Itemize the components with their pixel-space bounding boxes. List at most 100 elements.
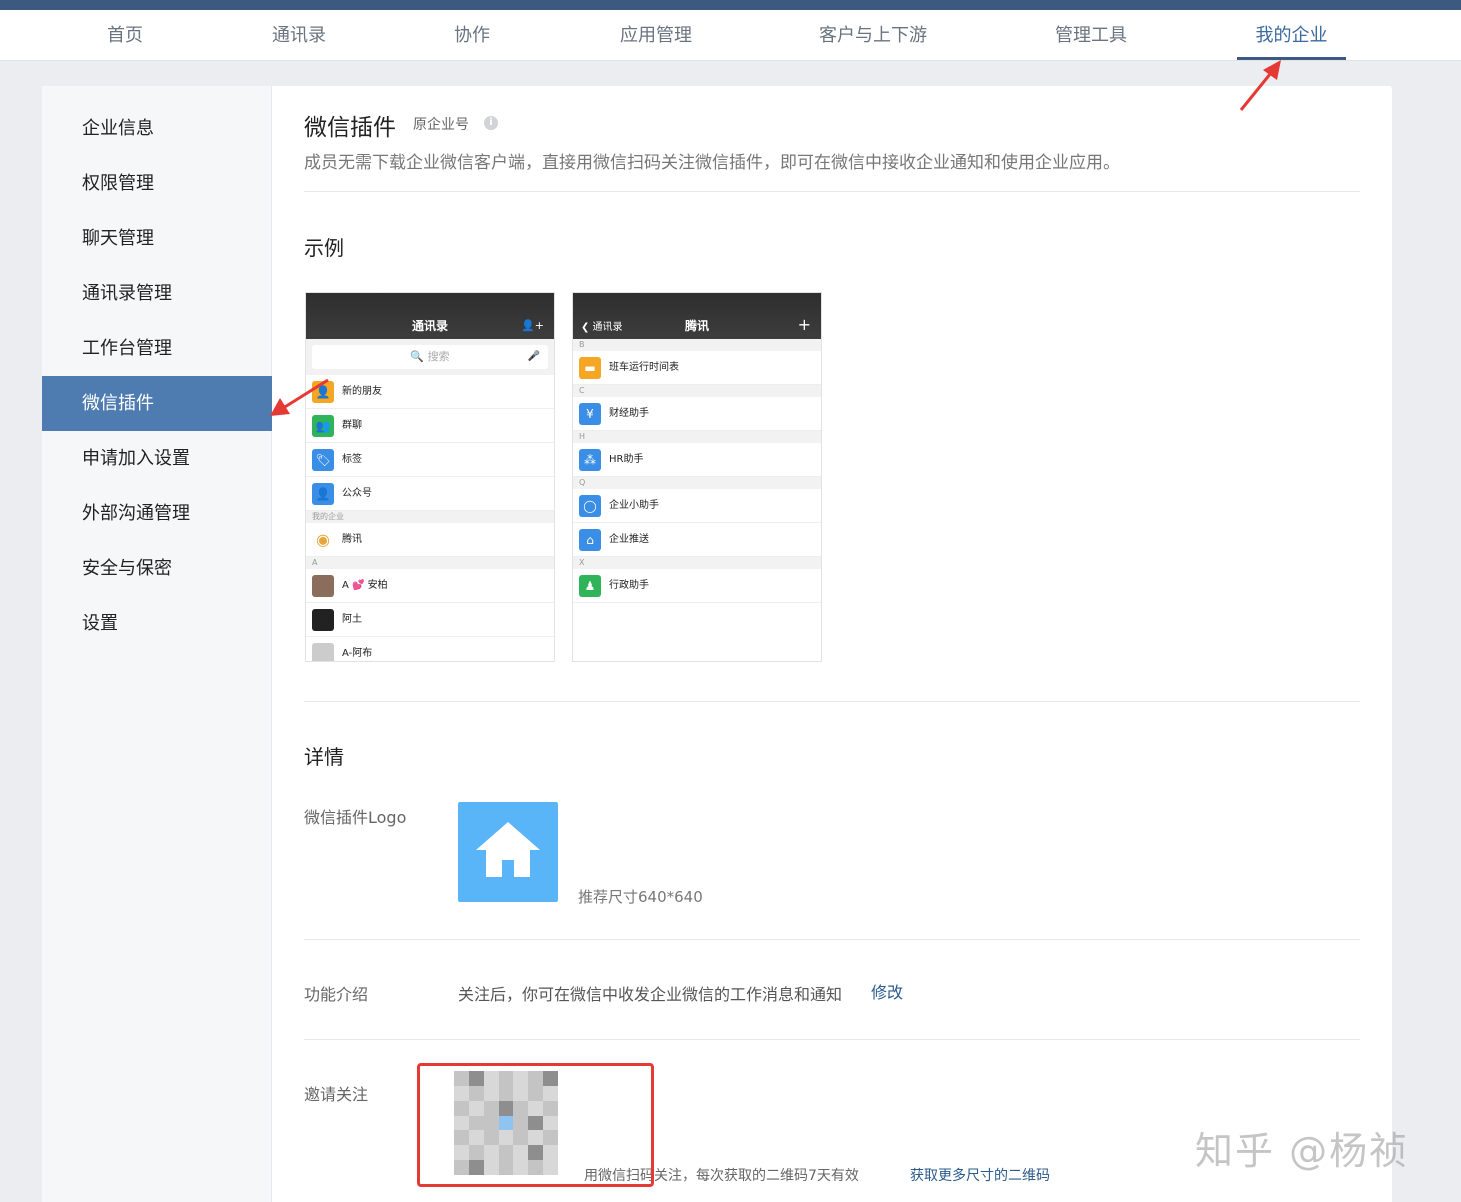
list-item: 👤 新的朋友: [306, 375, 554, 409]
phone-title: 腾讯: [684, 319, 709, 333]
assistant-icon: ◯: [579, 495, 601, 517]
bus-icon: ▬: [579, 357, 601, 379]
list-item-label: 新的朋友: [342, 386, 382, 397]
phone-empty-area: [573, 603, 821, 661]
nav-app-management[interactable]: 应用管理: [612, 10, 700, 61]
sidebar-item-settings[interactable]: 设置: [42, 596, 272, 651]
example-phone-company: ❮ 通讯录 腾讯 + B ▬ 班车运行时间表 C ¥ 财经助手 H ⁂ HR助手…: [572, 292, 822, 662]
list-item-label: 阿土: [342, 614, 362, 625]
list-item: 阿土: [306, 603, 554, 637]
annotation-arrow-icon: [1239, 60, 1281, 111]
list-item-label: 财经助手: [609, 408, 649, 419]
hr-icon: ⁂: [579, 449, 601, 471]
details-section-title: 详情: [304, 745, 344, 769]
list-item-label: 企业小助手: [609, 500, 659, 511]
list-item: ⁂ HR助手: [573, 443, 821, 477]
group-label: B: [579, 340, 585, 349]
logo-size-hint: 推荐尺寸640*640: [578, 888, 703, 906]
list-item: ◉ 腾讯: [306, 523, 554, 557]
phone-header: ❮ 通讯录 腾讯 +: [573, 293, 821, 339]
nav-my-enterprise[interactable]: 我的企业: [1237, 10, 1346, 61]
nav-management-tools[interactable]: 管理工具: [1046, 10, 1136, 61]
plugin-logo[interactable]: [458, 802, 558, 902]
list-item: A-阿布: [306, 637, 554, 661]
group-label: X: [579, 558, 585, 567]
sidebar-item-workbench[interactable]: 工作台管理: [42, 321, 272, 376]
list-item: 👥 群聊: [306, 409, 554, 443]
list-item-label: 公众号: [342, 488, 372, 499]
plus-icon: +: [797, 315, 811, 334]
official-account-icon: 👤: [312, 483, 334, 505]
list-item-label: 腾讯: [342, 534, 362, 545]
sidebar-item-external-comm[interactable]: 外部沟通管理: [42, 486, 272, 541]
group-label: A: [312, 558, 318, 567]
list-item: 🏷 标签: [306, 443, 554, 477]
nav-home[interactable]: 首页: [88, 10, 162, 61]
phone-header: 通讯录 👤+: [306, 293, 554, 339]
group-label: H: [579, 432, 586, 441]
group-label: 我的企业: [312, 512, 344, 521]
avatar: [312, 609, 334, 631]
yen-icon: ¥: [579, 403, 601, 425]
top-strip: [0, 0, 1461, 10]
sidebar-item-chat[interactable]: 聊天管理: [42, 211, 272, 266]
list-item-label: A 💕 安柏: [342, 580, 388, 591]
list-item-label: A-阿布: [342, 648, 373, 659]
list-item-label: 企业推送: [609, 534, 649, 545]
list-item-label: HR助手: [609, 454, 644, 465]
nav-contacts[interactable]: 通讯录: [262, 10, 336, 61]
list-item: A 💕 安柏: [306, 569, 554, 603]
annotation-box: [417, 1063, 654, 1187]
phone-title: 通讯录: [411, 319, 448, 333]
watermark: 知乎 @杨祯: [1195, 1129, 1410, 1173]
info-icon[interactable]: i: [484, 116, 498, 130]
divider: [304, 701, 1360, 702]
phone-search-label: 🔍 搜索: [410, 350, 450, 363]
modify-link[interactable]: 修改: [871, 979, 903, 1003]
avatar: [312, 643, 334, 661]
group-label: Q: [579, 478, 586, 487]
example-phone-contacts: 通讯录 👤+ 🔍 搜索 🎤 👤 新的朋友 👥 群聊 🏷 标签 👤 公众号 我的企…: [305, 292, 555, 662]
nav-collaboration[interactable]: 协作: [444, 10, 500, 61]
phone-search-bar: 🔍 搜索 🎤: [312, 345, 548, 369]
function-description: 关注后，你可在微信中收发企业微信的工作消息和通知: [458, 985, 843, 1004]
nav-customers[interactable]: 客户与上下游: [812, 10, 934, 61]
invite-label: 邀请关注: [304, 1085, 369, 1104]
avatar: [312, 575, 334, 597]
list-item: ▬ 班车运行时间表: [573, 351, 821, 385]
sidebar-item-join-settings[interactable]: 申请加入设置: [42, 431, 272, 486]
list-item-label: 标签: [342, 454, 362, 465]
list-item: ◯ 企业小助手: [573, 489, 821, 523]
sidebar-item-enterprise-info[interactable]: 企业信息: [42, 101, 272, 156]
sidebar-item-permissions[interactable]: 权限管理: [42, 156, 272, 211]
list-item: ¥ 财经助手: [573, 397, 821, 431]
sidebar-item-security[interactable]: 安全与保密: [42, 541, 272, 596]
logo-label: 微信插件Logo: [304, 808, 407, 827]
tag-icon: 🏷: [312, 449, 334, 471]
mic-icon: 🎤: [527, 351, 540, 362]
more-qr-sizes-link[interactable]: 获取更多尺寸的二维码: [910, 1165, 1050, 1185]
divider: [304, 191, 1360, 192]
add-contact-icon: 👤+: [521, 319, 544, 332]
admin-icon: ♟: [579, 575, 601, 597]
home-icon: [476, 822, 540, 877]
list-item-label: 班车运行时间表: [609, 362, 679, 373]
sidebar-item-wechat-plugin[interactable]: 微信插件: [42, 376, 272, 431]
home-icon: ⌂: [579, 529, 601, 551]
sidebar-item-contacts[interactable]: 通讯录管理: [42, 266, 272, 321]
divider: [304, 939, 1360, 940]
page-title: 微信插件: [304, 115, 396, 141]
list-item: ⌂ 企业推送: [573, 523, 821, 557]
list-item-label: 行政助手: [609, 580, 649, 591]
list-item: ♟ 行政助手: [573, 569, 821, 603]
annotation-arrow-icon: [270, 378, 329, 416]
example-section-title: 示例: [304, 236, 344, 260]
list-item-label: 群聊: [342, 420, 362, 431]
top-nav: 首页 通讯录 协作 应用管理 客户与上下游 管理工具 我的企业: [0, 10, 1461, 61]
list-item: 👤 公众号: [306, 477, 554, 511]
content-card: 企业信息 权限管理 聊天管理 通讯录管理 工作台管理 微信插件 申请加入设置 外…: [42, 86, 1392, 1202]
function-label: 功能介绍: [304, 985, 369, 1004]
page-description: 成员无需下载企业微信客户端，直接用微信扫码关注微信插件，即可在微信中接收企业通知…: [304, 153, 1120, 173]
tencent-logo-icon: ◉: [312, 529, 334, 551]
group-label: C: [579, 386, 585, 395]
